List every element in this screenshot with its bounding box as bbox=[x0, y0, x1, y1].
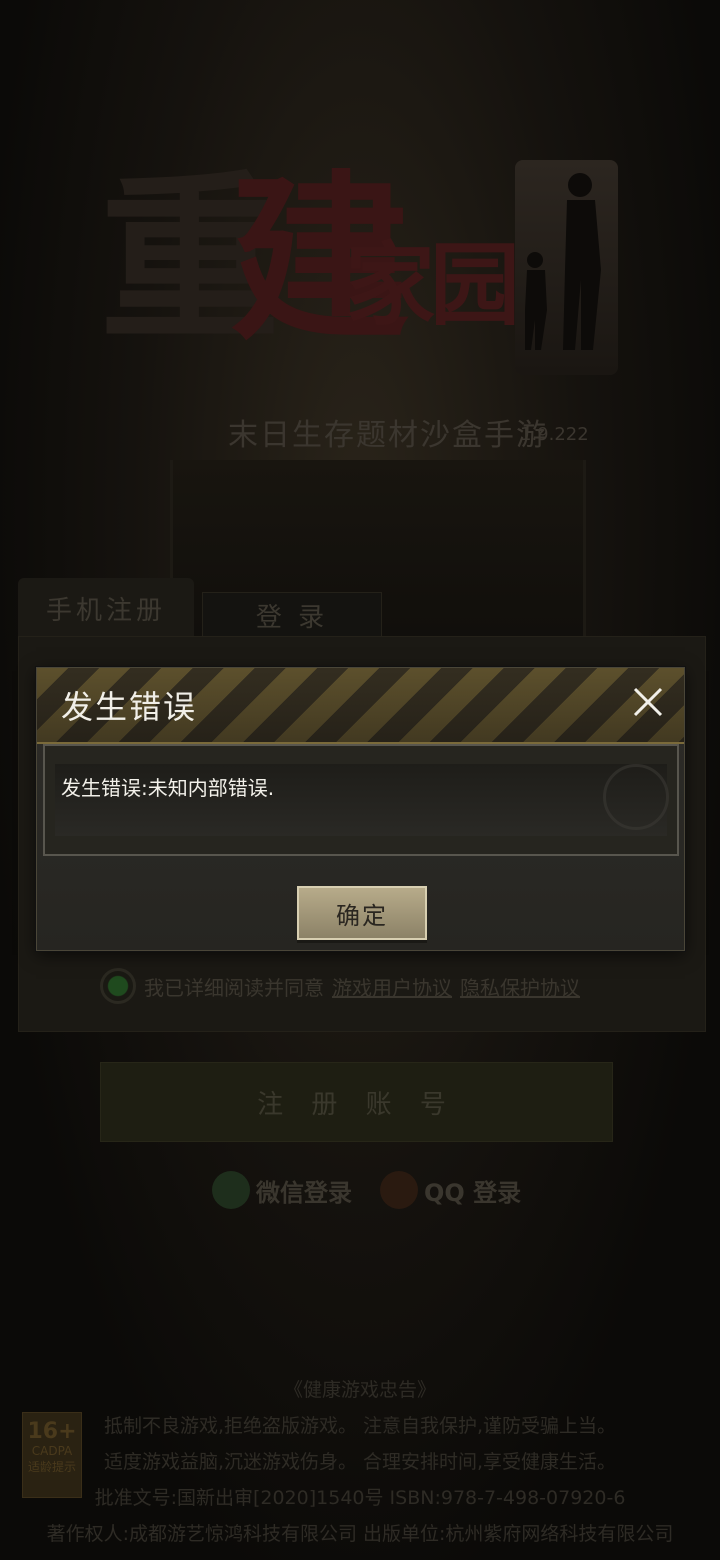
qq-login-label: QQ 登录 bbox=[424, 1178, 522, 1207]
agreement-row: 我已详细阅读并同意 游戏用户协议 隐私保护协议 bbox=[100, 966, 580, 1006]
logo-char: 园 bbox=[430, 232, 520, 338]
health-notice-title: 《健康游戏忠告》 bbox=[283, 1379, 436, 1401]
user-agreement-link[interactable]: 游戏用户协议 bbox=[332, 972, 452, 1001]
tab-login[interactable]: 登 录 bbox=[202, 592, 382, 638]
register-account-button[interactable]: 注 册 账 号 bbox=[100, 1062, 613, 1142]
version-label: 1.9.222 bbox=[520, 424, 589, 445]
wechat-login-button[interactable]: 微信登录 bbox=[212, 1168, 352, 1212]
approval-number-line: 批准文号:国新出审[2020]1540号 ISBN:978-7-498-0792… bbox=[94, 1487, 626, 1509]
game-logo: 重 建 家 园 bbox=[100, 160, 620, 380]
health-notice: 《健康游戏忠告》 抵制不良游戏,拒绝盗版游戏。 注意自我保护,谨防受骗上当。 适… bbox=[0, 1372, 720, 1552]
radiation-icon bbox=[603, 764, 669, 830]
agreement-checkbox[interactable] bbox=[100, 968, 136, 1004]
qq-icon bbox=[380, 1171, 418, 1209]
privacy-policy-link[interactable]: 隐私保护协议 bbox=[460, 972, 580, 1001]
close-icon bbox=[633, 687, 663, 717]
confirm-button[interactable]: 确定 bbox=[297, 886, 427, 940]
tab-phone-register[interactable]: 手机注册 bbox=[18, 578, 194, 638]
qq-login-button[interactable]: QQ 登录 bbox=[380, 1168, 521, 1212]
wechat-icon bbox=[212, 1171, 250, 1209]
dialog-message-box: 发生错误:未知内部错误. bbox=[43, 744, 679, 856]
logo-char: 家 bbox=[345, 232, 435, 338]
logo-silhouette-image bbox=[515, 160, 618, 375]
agreement-text: 我已详细阅读并同意 bbox=[144, 975, 324, 1000]
error-dialog: 发生错误 发生错误:未知内部错误. 确定 bbox=[36, 667, 685, 951]
dialog-message: 发生错误:未知内部错误. bbox=[61, 776, 275, 800]
close-button[interactable] bbox=[626, 680, 670, 724]
copyright-line: 著作权人:成都游艺惊鸿科技有限公司 出版单位:杭州紫府网络科技有限公司 bbox=[46, 1523, 674, 1545]
wechat-login-label: 微信登录 bbox=[256, 1178, 352, 1207]
health-notice-line: 适度游戏益脑,沉迷游戏伤身。 合理安排时间,享受健康生活。 bbox=[103, 1451, 617, 1473]
health-notice-line: 抵制不良游戏,拒绝盗版游戏。 注意自我保护,谨防受骗上当。 bbox=[103, 1415, 617, 1437]
game-subtitle: 末日生存题材沙盒手游 bbox=[228, 418, 548, 453]
dialog-title: 发生错误 bbox=[61, 688, 198, 726]
